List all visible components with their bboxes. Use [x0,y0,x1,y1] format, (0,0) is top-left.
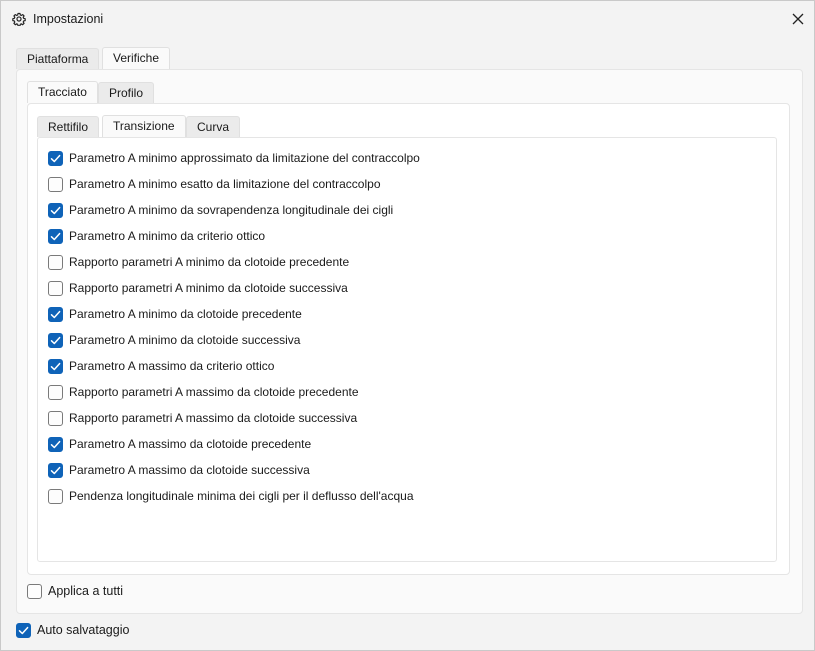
title-bar: Impostazioni [1,1,814,37]
check-item-label: Parametro A massimo da clotoide preceden… [69,437,312,451]
settings-window: Impostazioni Piattaforma Verifiche Tracc… [0,0,815,651]
checkbox-unchecked[interactable] [48,410,63,426]
tab-curva[interactable]: Curva [186,116,241,137]
tab-profilo[interactable]: Profilo [98,82,155,103]
check-item-label: Parametro A massimo da clotoide successi… [69,463,310,477]
check-item[interactable]: Parametro A minimo da criterio ottico [48,227,265,245]
checkbox-checked[interactable] [48,436,63,452]
checkbox-checked[interactable] [48,462,63,478]
tab-piattaforma[interactable]: Piattaforma [16,48,100,69]
check-item-label: Rapporto parametri A minimo da clotoide … [69,281,348,295]
check-item[interactable]: Rapporto parametri A minimo da clotoide … [48,279,348,297]
check-item[interactable]: Parametro A massimo da criterio ottico [48,357,274,375]
check-item[interactable]: Rapporto parametri A minimo da clotoide … [48,253,349,271]
checkbox-unchecked[interactable] [48,176,63,192]
checkbox-checked[interactable] [48,202,63,218]
apply-all-checkbox[interactable]: Applica a tutti [27,582,123,600]
check-item[interactable]: Parametro A minimo da sovrapendenza long… [48,201,393,219]
check-item[interactable]: Parametro A minimo approssimato da limit… [48,149,420,167]
tab-tracciato[interactable]: Tracciato [27,81,98,103]
checkbox-unchecked[interactable] [48,280,63,296]
close-button[interactable] [785,7,811,31]
checkbox-box[interactable] [16,622,31,638]
checkbox-box[interactable] [27,583,42,599]
check-item[interactable]: Parametro A minimo da clotoide precedent… [48,305,302,323]
check-item-label: Parametro A minimo da sovrapendenza long… [69,203,394,217]
check-item[interactable]: Pendenza longitudinale minima dei cigli … [48,487,414,505]
close-icon [792,13,804,25]
check-item[interactable]: Parametro A massimo da clotoide preceden… [48,435,311,453]
check-item-label: Parametro A massimo da criterio ottico [69,359,275,373]
check-item-label: Parametro A minimo da clotoide precedent… [69,307,302,321]
window-title: Impostazioni [33,12,104,26]
gear-icon [12,12,26,27]
check-item[interactable]: Rapporto parametri A massimo da clotoide… [48,383,359,401]
checkbox-checked[interactable] [48,150,63,166]
tab-verifiche[interactable]: Verifiche [102,47,171,69]
auto-save-checkbox[interactable]: Auto salvataggio [16,621,129,639]
check-item-label: Rapporto parametri A massimo da clotoide… [69,385,359,399]
check-item-label: Rapporto parametri A minimo da clotoide … [69,255,350,269]
checkbox-unchecked[interactable] [48,254,63,270]
auto-save-label: Auto salvataggio [37,623,130,637]
check-item-label: Parametro A minimo da criterio ottico [69,229,266,243]
check-item[interactable]: Parametro A minimo da clotoide successiv… [48,331,300,349]
tab-transizione[interactable]: Transizione [102,115,186,137]
checkbox-checked[interactable] [48,306,63,322]
check-item-label: Pendenza longitudinale minima dei cigli … [69,489,414,503]
check-item[interactable]: Rapporto parametri A massimo da clotoide… [48,409,357,427]
checkbox-checked[interactable] [48,358,63,374]
checkbox-checked[interactable] [48,332,63,348]
checkbox-unchecked[interactable] [48,384,63,400]
check-item-label: Parametro A minimo approssimato da limit… [69,151,420,165]
check-item-label: Rapporto parametri A massimo da clotoide… [69,411,358,425]
check-item[interactable]: Parametro A massimo da clotoide successi… [48,461,310,479]
checkbox-unchecked[interactable] [48,488,63,504]
tab-rettifilo[interactable]: Rettifilo [37,116,100,137]
check-item-label: Parametro A minimo da clotoide successiv… [69,333,301,347]
check-item[interactable]: Parametro A minimo esatto da limitazione… [48,175,381,193]
apply-all-label: Applica a tutti [48,584,124,598]
check-item-label: Parametro A minimo esatto da limitazione… [69,177,381,191]
checkbox-checked[interactable] [48,228,63,244]
